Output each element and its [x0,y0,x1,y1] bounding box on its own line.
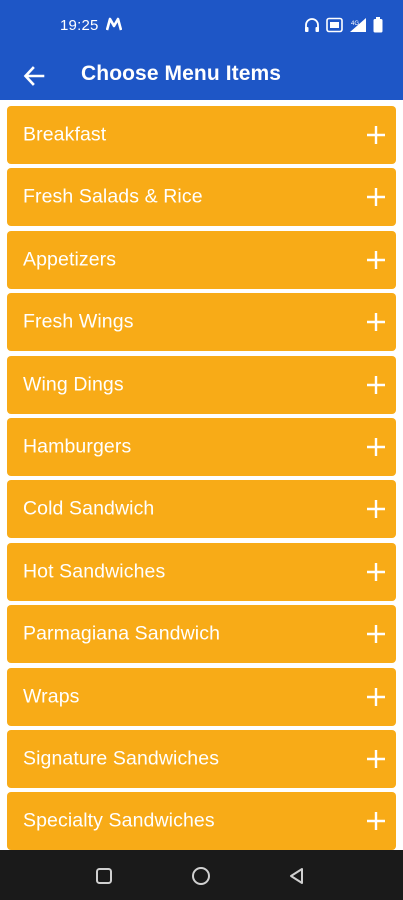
menu-content[interactable]: Breakfast Fresh Salads & Rice Appetizers… [0,100,403,850]
home-button[interactable] [190,865,212,887]
menu-category-wing-dings[interactable]: Wing Dings [7,355,396,414]
page-title: Choose Menu Items [81,62,282,85]
status-bar: 19:25 4G [0,0,403,52]
menu-category-label: Fresh Salads & Rice [23,185,203,208]
recents-square-icon [96,868,112,884]
menu-category-label: Cold Sandwich [23,497,155,520]
menu-category-list: Breakfast Fresh Salads & Rice Appetizers… [0,100,403,850]
headphones-icon [305,18,319,32]
plus-icon[interactable] [366,250,386,270]
menu-category-parmagiana-sandwich[interactable]: Parmagiana Sandwich [7,605,396,664]
menu-category-appetizers[interactable]: Appetizers [7,230,396,289]
menu-category-fresh-salads-rice[interactable]: Fresh Salads & Rice [7,168,396,227]
menu-category-specialty-sandwiches[interactable]: Specialty Sandwiches [7,792,396,850]
svg-text:4G: 4G [351,21,359,27]
home-circle-icon [192,867,210,885]
app-bar: Choose Menu Items [0,52,403,100]
menu-category-label: Fresh Wings [23,310,134,333]
plus-icon[interactable] [366,375,386,395]
system-nav-bar [0,850,403,900]
status-icons: 4G [304,16,383,34]
plus-icon[interactable] [366,187,386,207]
back-triangle-icon [290,868,303,884]
menu-category-cold-sandwich[interactable]: Cold Sandwich [7,480,396,539]
menu-category-hamburgers[interactable]: Hamburgers [7,417,396,476]
menu-category-label: Hot Sandwiches [23,560,166,583]
battery-icon [373,17,383,33]
menu-category-label: Signature Sandwiches [23,747,220,770]
menu-category-hot-sandwiches[interactable]: Hot Sandwiches [7,542,396,601]
arrow-left-icon [23,66,45,86]
plus-icon[interactable] [366,125,386,145]
plus-icon[interactable] [366,499,386,519]
plus-icon[interactable] [366,312,386,332]
menu-category-label: Parmagiana Sandwich [23,622,221,645]
plus-icon[interactable] [366,624,386,644]
m-app-icon [106,17,122,31]
menu-category-breakfast[interactable]: Breakfast [7,106,396,164]
menu-category-label: Breakfast [23,123,107,146]
menu-category-signature-sandwiches[interactable]: Signature Sandwiches [7,729,396,788]
plus-icon[interactable] [366,749,386,769]
cast-icon [326,17,343,33]
menu-category-label: Wing Dings [23,373,124,396]
menu-category-label: Specialty Sandwiches [23,809,215,832]
menu-category-label: Hamburgers [23,435,132,458]
menu-category-fresh-wings[interactable]: Fresh Wings [7,293,396,352]
menu-category-label: Appetizers [23,248,117,271]
plus-icon[interactable] [366,437,386,457]
back-nav-button[interactable] [286,865,308,887]
menu-category-label: Wraps [23,685,80,708]
menu-category-wraps[interactable]: Wraps [7,667,396,726]
plus-icon[interactable] [366,687,386,707]
back-button[interactable] [18,60,50,92]
signal-icon: 4G [350,18,366,32]
recents-button[interactable] [93,865,115,887]
status-time: 19:25 [60,17,99,34]
plus-icon[interactable] [366,562,386,582]
plus-icon[interactable] [366,811,386,831]
